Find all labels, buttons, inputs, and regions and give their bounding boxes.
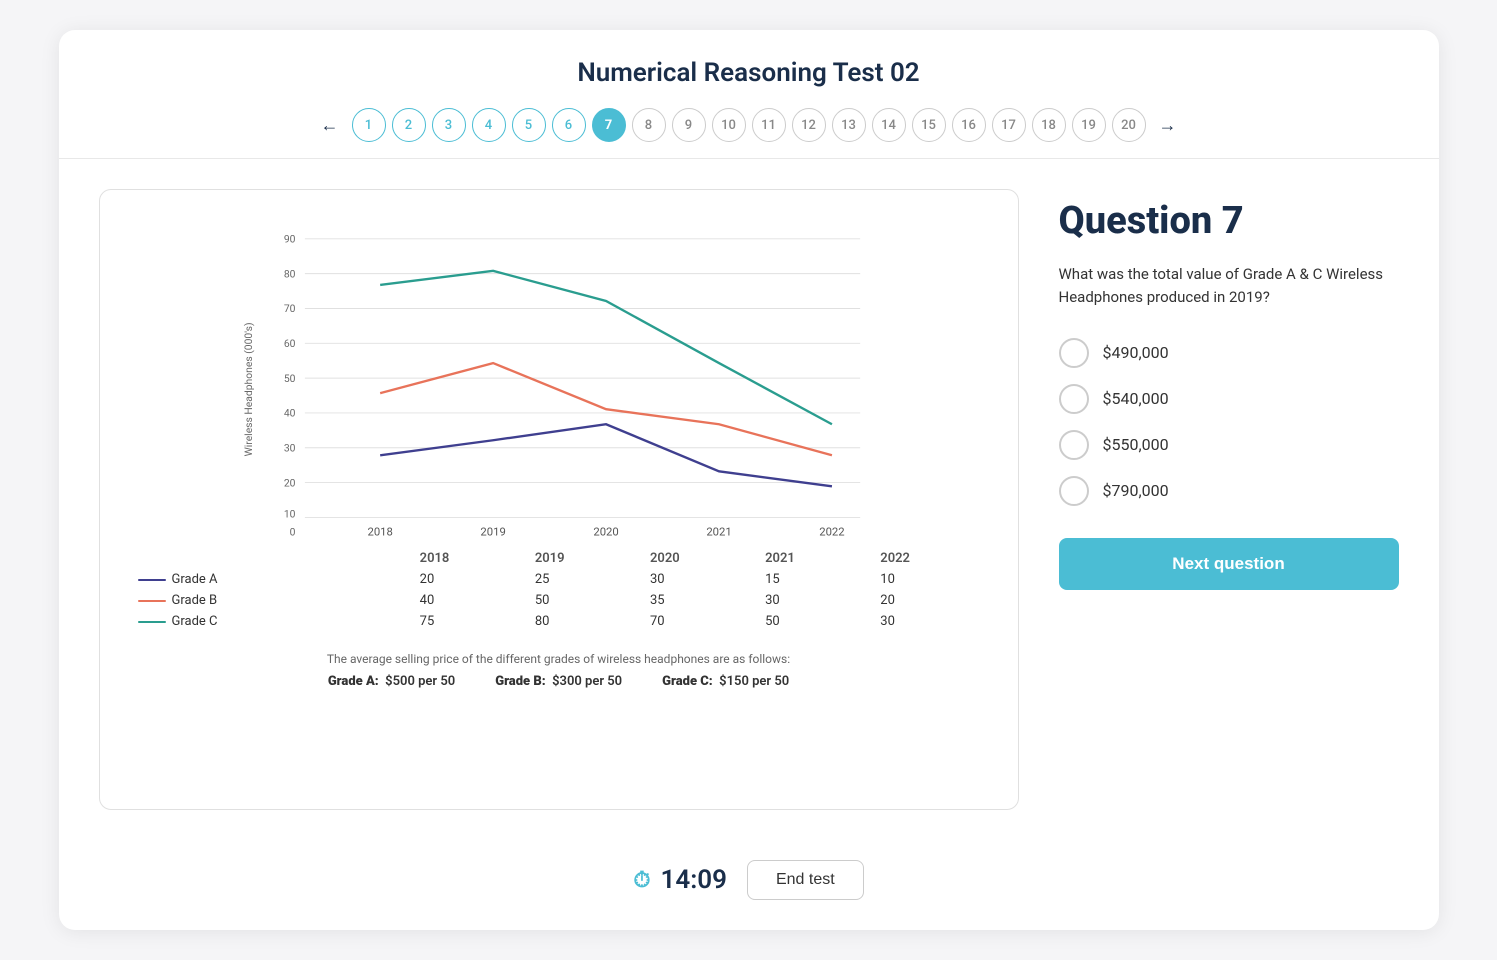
question-panel: Question 7 What was the total value of G… — [1059, 189, 1399, 810]
nav-circle-19[interactable]: 19 — [1072, 108, 1106, 142]
grade-a-line — [380, 424, 832, 486]
svg-text:0: 0 — [289, 525, 295, 538]
radio-c — [1059, 430, 1089, 460]
svg-text:2018: 2018 — [367, 525, 392, 538]
header: Numerical Reasoning Test 02 ← 1234567891… — [59, 30, 1439, 159]
grade-b-price: Grade B: $300 per 50 — [495, 674, 622, 689]
nav-circle-10[interactable]: 10 — [712, 108, 746, 142]
svg-text:2021: 2021 — [706, 525, 731, 538]
answer-option-d[interactable]: $790,000 — [1059, 476, 1399, 506]
footer: ⏱ 14:09 End test — [59, 840, 1439, 930]
next-question-button[interactable]: Next question — [1059, 538, 1399, 590]
question-text: What was the total value of Grade A & C … — [1059, 263, 1399, 310]
end-test-button[interactable]: End test — [747, 860, 864, 900]
timer-icon: ⏱ — [633, 868, 650, 893]
chart-note: The average selling price of the differe… — [130, 652, 988, 666]
option-text-d: $790,000 — [1103, 481, 1169, 500]
nav-circle-16[interactable]: 16 — [952, 108, 986, 142]
svg-text:2020: 2020 — [593, 525, 618, 538]
timer-display: ⏱ 14:09 — [633, 865, 727, 895]
answer-options: $490,000 $540,000 $550,000 $790,000 — [1059, 338, 1399, 506]
nav-circle-5[interactable]: 5 — [512, 108, 546, 142]
nav-circle-9[interactable]: 9 — [672, 108, 706, 142]
nav-circle-17[interactable]: 17 — [992, 108, 1026, 142]
nav-circle-8[interactable]: 8 — [632, 108, 666, 142]
nav-circle-12[interactable]: 12 — [792, 108, 826, 142]
content-area: 90 80 70 60 50 40 30 20 10 0 Wireless He… — [59, 159, 1439, 840]
svg-text:20: 20 — [283, 476, 295, 489]
chart-panel: 90 80 70 60 50 40 30 20 10 0 Wireless He… — [99, 189, 1019, 810]
svg-text:90: 90 — [283, 233, 295, 246]
nav-circle-1[interactable]: 1 — [352, 108, 386, 142]
svg-text:40: 40 — [283, 407, 295, 420]
svg-text:10: 10 — [283, 507, 295, 520]
grade-a-price: Grade A: $500 per 50 — [328, 674, 455, 689]
grade-prices: Grade A: $500 per 50 Grade B: $300 per 5… — [130, 674, 988, 689]
svg-text:Wireless Headphones (000's): Wireless Headphones (000's) — [242, 322, 255, 456]
chart-legend: 2018 2019 2020 2021 2022 Grade A 2025301… — [130, 548, 988, 632]
nav-circle-18[interactable]: 18 — [1032, 108, 1066, 142]
svg-text:2019: 2019 — [480, 525, 505, 538]
option-text-c: $550,000 — [1103, 435, 1169, 454]
page-wrapper: Numerical Reasoning Test 02 ← 1234567891… — [59, 30, 1439, 930]
radio-d — [1059, 476, 1089, 506]
nav-circle-14[interactable]: 14 — [872, 108, 906, 142]
nav-circle-15[interactable]: 15 — [912, 108, 946, 142]
nav-prev-arrow[interactable]: ← — [314, 109, 346, 141]
nav-circle-6[interactable]: 6 — [552, 108, 586, 142]
radio-b — [1059, 384, 1089, 414]
question-label: Question 7 — [1059, 199, 1399, 243]
nav-next-arrow[interactable]: → — [1152, 109, 1184, 141]
answer-option-a[interactable]: $490,000 — [1059, 338, 1399, 368]
grade-c-price: Grade C: $150 per 50 — [662, 674, 789, 689]
chart-container: 90 80 70 60 50 40 30 20 10 0 Wireless He… — [130, 220, 988, 540]
nav-circle-13[interactable]: 13 — [832, 108, 866, 142]
radio-a — [1059, 338, 1089, 368]
svg-text:70: 70 — [283, 302, 295, 315]
nav-circle-11[interactable]: 11 — [752, 108, 786, 142]
nav-circle-3[interactable]: 3 — [432, 108, 466, 142]
svg-text:30: 30 — [283, 442, 295, 455]
timer-value: 14:09 — [660, 865, 727, 895]
svg-text:60: 60 — [283, 337, 295, 350]
line-chart: 90 80 70 60 50 40 30 20 10 0 Wireless He… — [130, 220, 988, 540]
svg-text:80: 80 — [283, 267, 295, 280]
grade-b-line — [380, 363, 832, 455]
answer-option-b[interactable]: $540,000 — [1059, 384, 1399, 414]
svg-text:50: 50 — [283, 372, 295, 385]
option-text-b: $540,000 — [1103, 389, 1169, 408]
answer-option-c[interactable]: $550,000 — [1059, 430, 1399, 460]
svg-text:2022: 2022 — [819, 525, 844, 538]
nav-circle-4[interactable]: 4 — [472, 108, 506, 142]
nav-circle-20[interactable]: 20 — [1112, 108, 1146, 142]
nav-circle-7[interactable]: 7 — [592, 108, 626, 142]
question-navigation: ← 1234567891011121314151617181920→ — [59, 108, 1439, 142]
option-text-a: $490,000 — [1103, 343, 1169, 362]
nav-circle-2[interactable]: 2 — [392, 108, 426, 142]
grade-c-line — [380, 271, 832, 424]
page-title: Numerical Reasoning Test 02 — [59, 58, 1439, 88]
